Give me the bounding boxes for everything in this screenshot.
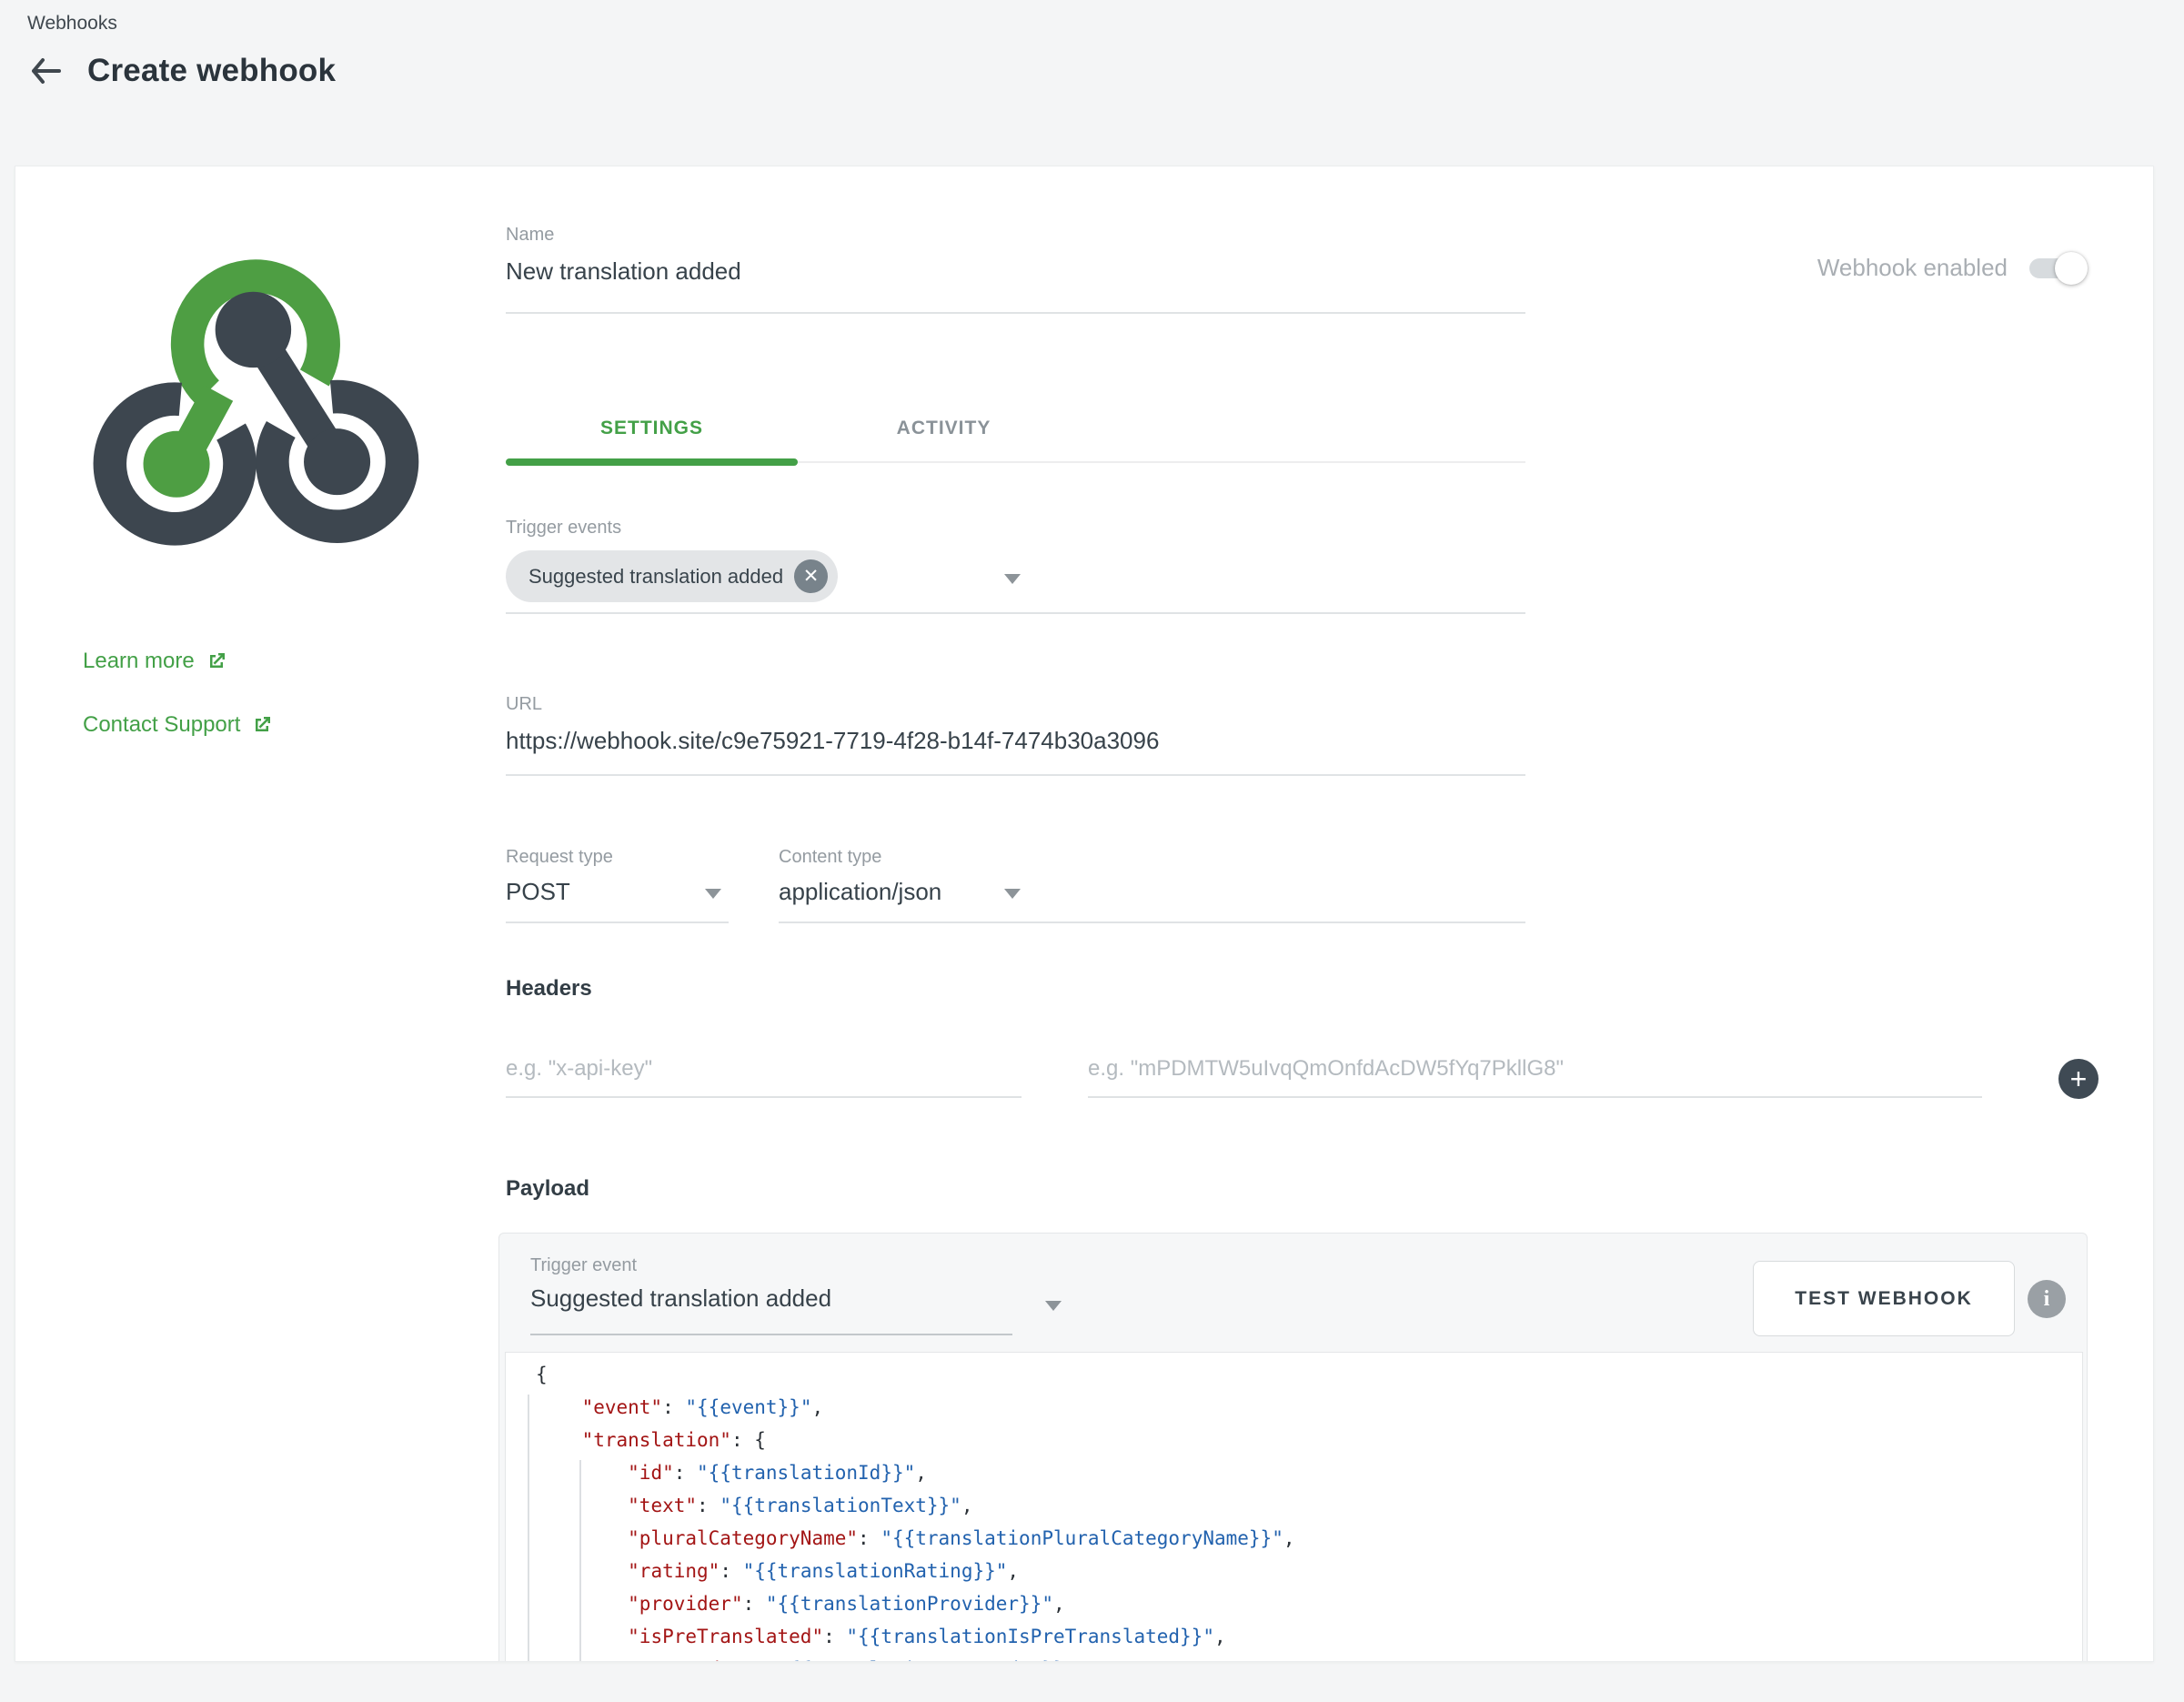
trigger-events-label: Trigger events [506,518,621,539]
code-line: "translation": { [536,1424,2082,1456]
url-input[interactable]: https://webhook.site/c9e75921-7719-4f28-… [506,727,1159,755]
name-input[interactable]: New translation added [506,257,741,286]
chip-label: Suggested translation added [528,565,783,589]
title-row: Create webhook [27,53,336,89]
webhook-enabled-toggle[interactable] [2029,257,2084,279]
contact-support-label: Contact Support [83,712,240,738]
code-line: "rating": "{{translationRating}}", [536,1555,2082,1587]
webhook-card: Learn more Contact Support Name New tran… [15,166,2154,1662]
content-type-label: Content type [779,847,881,868]
trigger-event-chip[interactable]: Suggested translation added ✕ [506,550,838,602]
trigger-events-underline [506,612,1525,614]
webhook-enabled-label: Webhook enabled [1817,254,2008,282]
content-type-underline [779,921,1525,923]
url-underline [506,774,1525,776]
breadcrumb[interactable]: Webhooks [27,13,117,35]
external-link-icon [206,650,227,672]
code-line: "isPreTranslated": "{{translationIsPreTr… [536,1620,2082,1653]
code-line: "text": "{{translationText}}", [536,1489,2082,1522]
chip-remove-icon[interactable]: ✕ [794,559,828,593]
headers-title: Headers [506,976,592,1002]
trigger-events-dropdown-arrow[interactable] [1004,574,1021,584]
payload-box: Trigger event Suggested translation adde… [498,1233,2088,1662]
code-line: "id": "{{translationId}}", [536,1456,2082,1489]
name-label: Name [506,225,554,246]
payload-select-underline [530,1334,1012,1335]
indent-guide [528,1395,529,1662]
tab-activity[interactable]: ACTIVITY [798,396,1090,461]
request-type-label: Request type [506,847,613,868]
webhook-enabled-row: Webhook enabled [1817,254,2084,282]
page-title: Create webhook [87,53,336,89]
name-underline [506,312,1525,314]
header-key-input[interactable] [506,1042,1022,1098]
payload-trigger-event-dropdown-arrow[interactable] [1045,1301,1062,1311]
add-header-button[interactable]: + [2058,1059,2098,1099]
content-type-select[interactable]: application/json [779,878,941,906]
request-type-select[interactable]: POST [506,878,570,906]
indent-guide [579,1460,581,1662]
payload-code-editor[interactable]: { "event": "{{event}}", "translation": {… [505,1352,2083,1662]
code-line: "event": "{{event}}", [536,1391,2082,1424]
learn-more-label: Learn more [83,649,195,674]
payload-trigger-event-select[interactable]: Suggested translation added [530,1284,831,1313]
tab-settings[interactable]: SETTINGS [506,396,798,461]
payload-title: Payload [506,1176,589,1202]
code-line: "pluralCategoryName": "{{translationPlur… [536,1522,2082,1555]
test-webhook-button[interactable]: TEST WEBHOOK [1753,1261,2015,1336]
payload-trigger-event-label: Trigger event [530,1255,637,1276]
back-arrow-icon[interactable] [27,53,64,89]
tab-bar: SETTINGS ACTIVITY [506,396,1525,463]
content-type-dropdown-arrow[interactable] [1004,889,1021,899]
external-link-icon [251,714,273,736]
webhook-logo [74,227,438,559]
learn-more-link[interactable]: Learn more [83,649,227,674]
url-label: URL [506,694,542,715]
toggle-knob [2055,252,2088,285]
request-type-underline [506,921,729,923]
info-icon[interactable]: i [2028,1280,2066,1318]
header-value-input[interactable] [1088,1042,1982,1098]
contact-support-link[interactable]: Contact Support [83,712,273,738]
code-line: "provider": "{{translationProvider}}", [536,1587,2082,1620]
request-type-dropdown-arrow[interactable] [705,889,721,899]
code-line: { [536,1358,2082,1391]
code-line: "createdAt": "{{translationCreatedAt}}", [536,1653,2082,1662]
